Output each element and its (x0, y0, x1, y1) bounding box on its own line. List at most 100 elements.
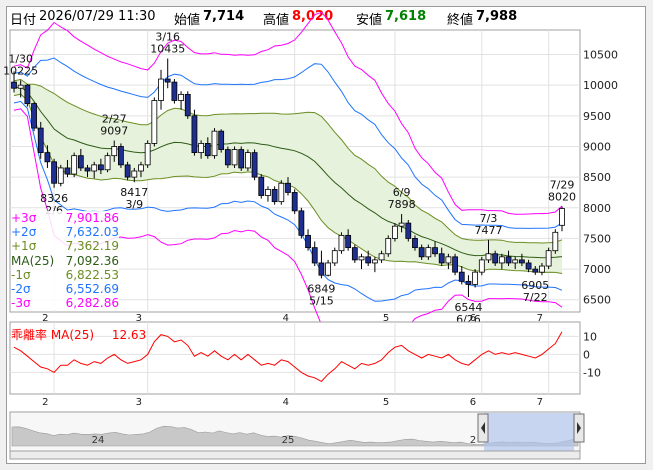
candle-body (338, 234, 345, 252)
legend-label: +2σ (11, 225, 37, 240)
legend-row: -3σ 6,282.86 (11, 296, 119, 310)
candle-body (465, 280, 472, 285)
annotation-label: 7898 (388, 198, 416, 211)
candle-body (405, 222, 412, 239)
deviation-value: 12.63 (111, 328, 147, 342)
candle-body (452, 256, 458, 273)
candle-body (358, 256, 365, 261)
deviation-label: 乖離率 MA(25) (11, 328, 95, 342)
candle-body (351, 247, 358, 261)
annotation-label: 3/9 (125, 198, 143, 211)
candle-body (57, 167, 64, 184)
candle-body (539, 265, 545, 273)
deviation-x-label: 4 (283, 397, 289, 408)
y-tick-label: 7000 (583, 263, 611, 276)
candle-body (111, 146, 118, 157)
candle-body (412, 238, 418, 249)
candle-body (37, 127, 44, 154)
candle-body (191, 115, 198, 154)
legend-label: MA(25) (11, 253, 55, 268)
candle-body (265, 188, 271, 196)
nav-label-2: 2 (470, 435, 476, 446)
deviation-x-label: 2 (42, 397, 48, 408)
y-tick-label: 10500 (583, 49, 618, 62)
bollinger-legend: +3σ 7,901.86 +2σ 7,632.03 +1σ 7,362.19 MA(25) 7… (11, 211, 119, 311)
deviation-tick-label: -10 (583, 366, 601, 379)
legend-label: +3σ (11, 211, 37, 225)
candle-body (198, 143, 205, 154)
candle-body (345, 234, 352, 249)
deviation-label-row: 乖離率 MA(25) 12.63 (11, 326, 146, 343)
candle-body (371, 259, 378, 264)
legend-value: 6,552.69 (65, 282, 119, 297)
candle-body (17, 84, 24, 89)
candle-body (545, 250, 552, 267)
candle-body (278, 182, 285, 203)
deviation-x-label: 6 (470, 397, 476, 408)
y-tick-label: 10000 (583, 79, 618, 92)
candle-body (238, 149, 245, 169)
candle-body (378, 253, 385, 261)
candle-body (512, 259, 519, 264)
candle-body (331, 250, 338, 264)
legend-row: +3σ 7,901.86 (11, 211, 119, 225)
candle-body (77, 155, 84, 169)
legend-label: -1σ (11, 267, 31, 282)
candle-body (151, 100, 158, 144)
deviation-x-label: 7 (537, 397, 543, 408)
legend-row: MA(25) 7,092.36 (11, 254, 119, 268)
nav-label-24: 24 (92, 435, 105, 446)
navigator-window[interactable] (484, 413, 574, 451)
deviation-tick-label: 0 (583, 348, 590, 361)
nav-label-25: 25 (282, 435, 295, 446)
candle-body (258, 176, 265, 196)
legend-value: 7,901.86 (65, 211, 119, 225)
candle-body (91, 164, 98, 172)
candle-body (71, 155, 78, 175)
candle-body (485, 253, 492, 261)
scrollbar[interactable] (9, 450, 581, 460)
candle-body (11, 81, 17, 89)
candle-body (211, 130, 218, 157)
candle-body (478, 259, 485, 273)
candle-body (445, 256, 452, 264)
annotation-label: 7/22 (523, 291, 548, 304)
y-tick-label: 8500 (583, 171, 611, 184)
legend-row: +1σ 7,362.19 (11, 239, 119, 253)
candle-body (425, 247, 432, 258)
y-axis-labels: 6500 7000 7500 8000 8500 9000 9500 10000 10500 (583, 49, 618, 307)
y-tick-label: 6500 (583, 294, 611, 307)
candle-body (559, 208, 565, 226)
deviation-x-label: 3 (136, 397, 142, 408)
candle-body (171, 81, 178, 101)
deviation-x-labels: 2 3 4 5 6 7 (42, 397, 543, 408)
candle-body (218, 130, 225, 150)
candle-body (158, 78, 164, 101)
candle-body (458, 271, 465, 282)
candle-body (291, 192, 298, 212)
candle-body (124, 164, 131, 178)
candle-body (298, 210, 305, 236)
y-tick-label: 9000 (583, 140, 611, 153)
candle-body (138, 164, 144, 172)
deviation-x-label: 5 (383, 397, 389, 408)
legend-label: -3σ (11, 296, 31, 311)
annotation-label: 9097 (100, 125, 128, 138)
candle-body (285, 182, 291, 193)
legend-row: -2σ 6,552.69 (11, 282, 119, 296)
candle-body (31, 103, 37, 129)
spacer (590, 14, 638, 18)
candle-body (178, 93, 184, 101)
candle-body (472, 271, 479, 285)
legend-row: +2σ 7,632.03 (11, 225, 119, 239)
candle-body (97, 164, 104, 171)
y-tick-label: 7500 (583, 232, 611, 245)
candle-body (505, 256, 512, 264)
candle-body (398, 222, 405, 227)
candle-body (131, 170, 138, 178)
candle-body (184, 93, 191, 117)
candle-body (525, 262, 532, 270)
candle-body (64, 167, 71, 175)
candle-body (552, 231, 559, 252)
candle-body (204, 143, 211, 157)
